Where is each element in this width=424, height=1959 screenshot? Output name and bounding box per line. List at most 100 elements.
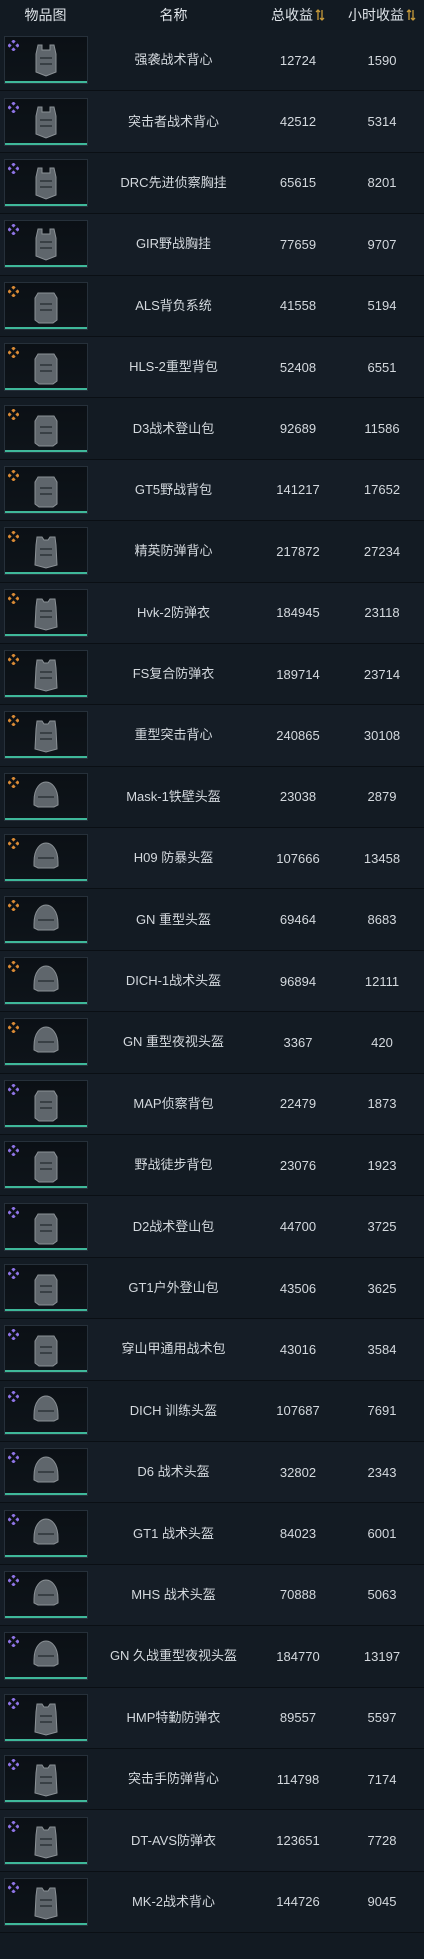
item-thumbnail[interactable] (3, 588, 88, 637)
table-row[interactable]: D6 战术头盔 32802 2343 (0, 1441, 424, 1504)
table-row[interactable]: 突击手防弹背心 114798 7174 (0, 1748, 424, 1811)
column-header-hourly-label: 小时收益 (348, 7, 404, 23)
item-thumbnail[interactable] (3, 1141, 88, 1190)
table-row[interactable]: MHS 战术头盔 70888 5063 (0, 1564, 424, 1627)
item-thumbnail[interactable] (3, 650, 88, 699)
item-thumbnail[interactable] (3, 1570, 88, 1619)
table-row[interactable]: 野战徒步背包 23076 1923 (0, 1135, 424, 1197)
item-thumbnail[interactable] (3, 1018, 88, 1067)
table-row[interactable]: 穿山甲通用战术包 43016 3584 (0, 1319, 424, 1381)
table-row[interactable]: ALS背负系统 41558 5194 (0, 275, 424, 337)
table-row[interactable]: D3战术登山包 92689 11586 (0, 398, 424, 460)
item-name: MHS 战术头盔 (131, 1586, 216, 1602)
armor-icon (33, 659, 58, 692)
item-thumbnail[interactable] (3, 711, 88, 760)
gold-rarity-icon (7, 776, 19, 788)
item-thumbnail-cell (0, 281, 91, 330)
item-hourly-profit: 13197 (363, 1648, 401, 1664)
item-thumbnail[interactable] (3, 36, 88, 85)
table-row[interactable]: 重型突击背心 240865 30108 (0, 705, 424, 767)
column-header-total[interactable]: 总收益 (256, 5, 340, 25)
item-total-profit: 84023 (279, 1526, 317, 1542)
purple-rarity-icon (7, 1881, 19, 1893)
helmet-icon (33, 1518, 58, 1545)
purple-rarity-icon (7, 1636, 19, 1648)
table-row[interactable]: GT1户外登山包 43506 3625 (0, 1257, 424, 1320)
item-name: D2战术登山包 (132, 1218, 215, 1234)
table-row[interactable]: D2战术登山包 44700 3725 (0, 1196, 424, 1258)
item-thumbnail[interactable] (3, 1386, 88, 1435)
item-thumbnail[interactable] (3, 527, 88, 576)
item-thumbnail[interactable] (3, 1693, 88, 1742)
table-row[interactable]: HMP特勤防弹衣 89557 5597 (0, 1687, 424, 1749)
item-total-profit: 217872 (276, 543, 320, 559)
item-thumbnail[interactable] (3, 1877, 88, 1926)
item-thumbnail[interactable] (3, 1448, 88, 1497)
item-name: FS复合防弹衣 (132, 666, 215, 682)
table-row[interactable]: 精英防弹背心 217872 27234 (0, 521, 424, 583)
purple-rarity-icon (7, 1697, 19, 1709)
table-row[interactable]: GN 久战重型夜视头盔 184770 13197 (0, 1626, 424, 1688)
table-row[interactable]: MAP侦察背包 22479 1873 (0, 1073, 424, 1136)
item-name: Hvk-2防弹衣 (137, 604, 210, 620)
column-header-hourly[interactable]: 小时收益 (340, 5, 424, 25)
item-thumbnail[interactable] (3, 957, 88, 1006)
table-row[interactable]: DT-AVS防弹衣 123651 7728 (0, 1810, 424, 1872)
item-thumbnail[interactable] (3, 1264, 88, 1312)
table-row[interactable]: GN 重型夜视头盔 3367 420 (0, 1012, 424, 1074)
item-hourly-profit: 11586 (364, 421, 400, 437)
item-thumbnail[interactable] (3, 1079, 88, 1128)
item-thumbnail[interactable] (3, 834, 88, 883)
item-thumbnail[interactable] (3, 1816, 88, 1865)
item-thumbnail[interactable] (3, 343, 88, 392)
item-thumbnail-cell (0, 1693, 91, 1742)
item-total-profit: 65615 (279, 175, 317, 191)
item-thumbnail[interactable] (3, 1755, 88, 1804)
item-thumbnail-cell (0, 1018, 91, 1067)
table-row[interactable]: GN 重型头盔 69464 8683 (0, 889, 424, 951)
item-thumbnail[interactable] (3, 772, 88, 821)
item-thumbnail-cell (0, 1816, 91, 1865)
table-row[interactable]: Mask-1铁壁头盔 23038 2879 (0, 766, 424, 829)
item-name: D3战术登山包 (132, 420, 215, 436)
table-row[interactable]: Hvk-2防弹衣 184945 23118 (0, 582, 424, 644)
purple-rarity-icon (7, 1268, 19, 1279)
table-row[interactable]: 强袭战术背心 12724 1590 (0, 30, 424, 92)
table-row[interactable]: MK-2战术背心 144726 9045 (0, 1871, 424, 1934)
table-row[interactable]: 突击者战术背心 42512 5314 (0, 91, 424, 153)
purple-rarity-icon (7, 1145, 19, 1157)
table-row[interactable]: GIR野战胸挂 77659 9707 (0, 214, 424, 276)
item-thumbnail[interactable] (3, 220, 88, 269)
table-header: 物品图 名称 总收益 小时收益 (0, 0, 424, 30)
item-thumbnail-cell (0, 772, 91, 821)
item-thumbnail[interactable] (3, 158, 88, 207)
item-thumbnail[interactable] (3, 465, 88, 514)
item-thumbnail[interactable] (3, 1509, 88, 1558)
item-thumbnail[interactable] (3, 281, 88, 330)
item-thumbnail[interactable] (3, 1202, 88, 1251)
item-thumbnail[interactable] (3, 1632, 88, 1681)
table-row[interactable]: DICH-1战术头盔 96894 12111 (0, 950, 424, 1013)
sort-icon[interactable] (315, 9, 325, 21)
sort-icon[interactable] (406, 9, 416, 21)
table-row[interactable]: DRC先进侦察胸挂 65615 8201 (0, 152, 424, 215)
table-row[interactable]: GT5野战背包 141217 17652 (0, 459, 424, 522)
item-thumbnail[interactable] (3, 97, 88, 146)
table-row[interactable]: FS复合防弹衣 189714 23714 (0, 643, 424, 706)
item-name: H09 防暴头盔 (133, 850, 214, 866)
item-thumbnail[interactable] (3, 404, 88, 453)
item-thumbnail[interactable] (3, 1325, 88, 1374)
table-row[interactable]: H09 防暴头盔 107666 13458 (0, 828, 424, 890)
table-row[interactable]: HLS-2重型背包 52408 6551 (0, 336, 424, 399)
item-thumbnail-cell (0, 1264, 91, 1312)
item-hourly-profit: 7728 (367, 1833, 397, 1849)
item-thumbnail[interactable] (3, 895, 88, 944)
item-hourly-profit: 5314 (367, 114, 397, 130)
table-row[interactable]: GT1 战术头盔 84023 6001 (0, 1503, 424, 1565)
item-name: HMP特勤防弹衣 (126, 1709, 221, 1725)
item-thumbnail-cell (0, 711, 91, 760)
item-thumbnail-cell (0, 1632, 91, 1681)
table-row[interactable]: DICH 训练头盔 107687 7691 (0, 1380, 424, 1442)
vest-icon (35, 44, 56, 77)
item-hourly-profit: 6551 (367, 359, 397, 375)
